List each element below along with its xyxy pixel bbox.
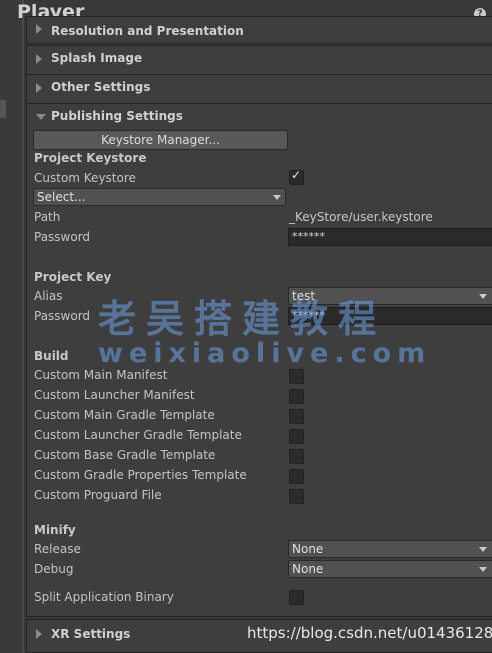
- watermark-url: weixiaolive.com: [98, 338, 432, 369]
- split-binary-checkbox[interactable]: [289, 590, 304, 605]
- dropdown-value: Select...: [37, 190, 86, 204]
- foldout-resolution[interactable]: Resolution and Presentation: [26, 16, 492, 44]
- foldout-label: XR Settings: [51, 627, 131, 641]
- chevron-down-icon: [479, 547, 487, 552]
- build-item-label: Custom Launcher Manifest: [34, 388, 195, 402]
- build-item-label: Custom Proguard File: [34, 488, 162, 502]
- minify-header: Minify: [34, 523, 76, 537]
- chevron-right-icon: [36, 54, 42, 64]
- release-label: Release: [34, 542, 81, 556]
- build-item-label: Custom Main Manifest: [34, 368, 168, 382]
- debug-label: Debug: [34, 562, 74, 576]
- path-label: Path: [34, 210, 61, 224]
- dropdown-value: None: [292, 562, 324, 576]
- build-header: Build: [34, 349, 69, 363]
- foldout-label: Other Settings: [51, 80, 151, 94]
- chevron-down-icon: [479, 294, 487, 299]
- key-password-label: Password: [34, 309, 91, 323]
- sidebar-notch: [0, 100, 6, 118]
- build-item-label: Custom Main Gradle Template: [34, 408, 215, 422]
- keystore-password-field[interactable]: ******: [288, 228, 492, 246]
- custom-keystore-label: Custom Keystore: [34, 171, 136, 185]
- chevron-right-icon: [36, 629, 42, 639]
- custom-launcher-manifest-checkbox[interactable]: [289, 389, 304, 404]
- custom-main-gradle-checkbox[interactable]: [289, 409, 304, 424]
- chevron-right-icon: [36, 24, 42, 34]
- sidebar-divider: [22, 0, 24, 653]
- custom-base-gradle-checkbox[interactable]: [289, 449, 304, 464]
- keystore-manager-button[interactable]: Keystore Manager...: [33, 130, 288, 150]
- split-binary-label: Split Application Binary: [34, 590, 174, 604]
- build-item-label: Custom Base Gradle Template: [34, 448, 216, 462]
- custom-proguard-checkbox[interactable]: [289, 489, 304, 504]
- path-value: _KeyStore/user.keystore: [289, 210, 433, 224]
- debug-dropdown[interactable]: None: [288, 560, 492, 578]
- foldout-label: Resolution and Presentation: [51, 24, 244, 38]
- custom-main-manifest-checkbox[interactable]: [289, 369, 304, 384]
- build-item-label: Custom Launcher Gradle Template: [34, 428, 242, 442]
- keystore-select-dropdown[interactable]: Select...: [33, 188, 286, 206]
- custom-gradle-properties-checkbox[interactable]: [289, 469, 304, 484]
- project-key-header: Project Key: [34, 270, 112, 284]
- watermark-text: 老吴搭建教程: [98, 297, 387, 341]
- release-dropdown[interactable]: None: [288, 540, 492, 558]
- checkmark-icon: ✓: [291, 168, 302, 182]
- dropdown-value: None: [292, 542, 324, 556]
- foldout-splash[interactable]: Splash Image: [26, 45, 492, 75]
- left-sidebar-strip: [0, 0, 23, 653]
- foldout-other[interactable]: Other Settings: [26, 74, 492, 104]
- build-item-label: Custom Gradle Properties Template: [34, 468, 247, 482]
- foldout-label: Splash Image: [51, 51, 143, 65]
- url-overlay: https://blog.csdn.net/u014361280: [247, 624, 492, 642]
- chevron-right-icon: [36, 83, 42, 93]
- chevron-down-icon: [479, 567, 487, 572]
- chevron-down-icon[interactable]: [36, 114, 46, 120]
- chevron-down-icon: [273, 195, 281, 200]
- project-keystore-header: Project Keystore: [34, 151, 147, 165]
- foldout-label[interactable]: Publishing Settings: [51, 109, 183, 123]
- keystore-password-label: Password: [34, 230, 91, 244]
- alias-label: Alias: [34, 289, 63, 303]
- custom-launcher-gradle-checkbox[interactable]: [289, 429, 304, 444]
- custom-keystore-checkbox[interactable]: ✓: [289, 168, 304, 185]
